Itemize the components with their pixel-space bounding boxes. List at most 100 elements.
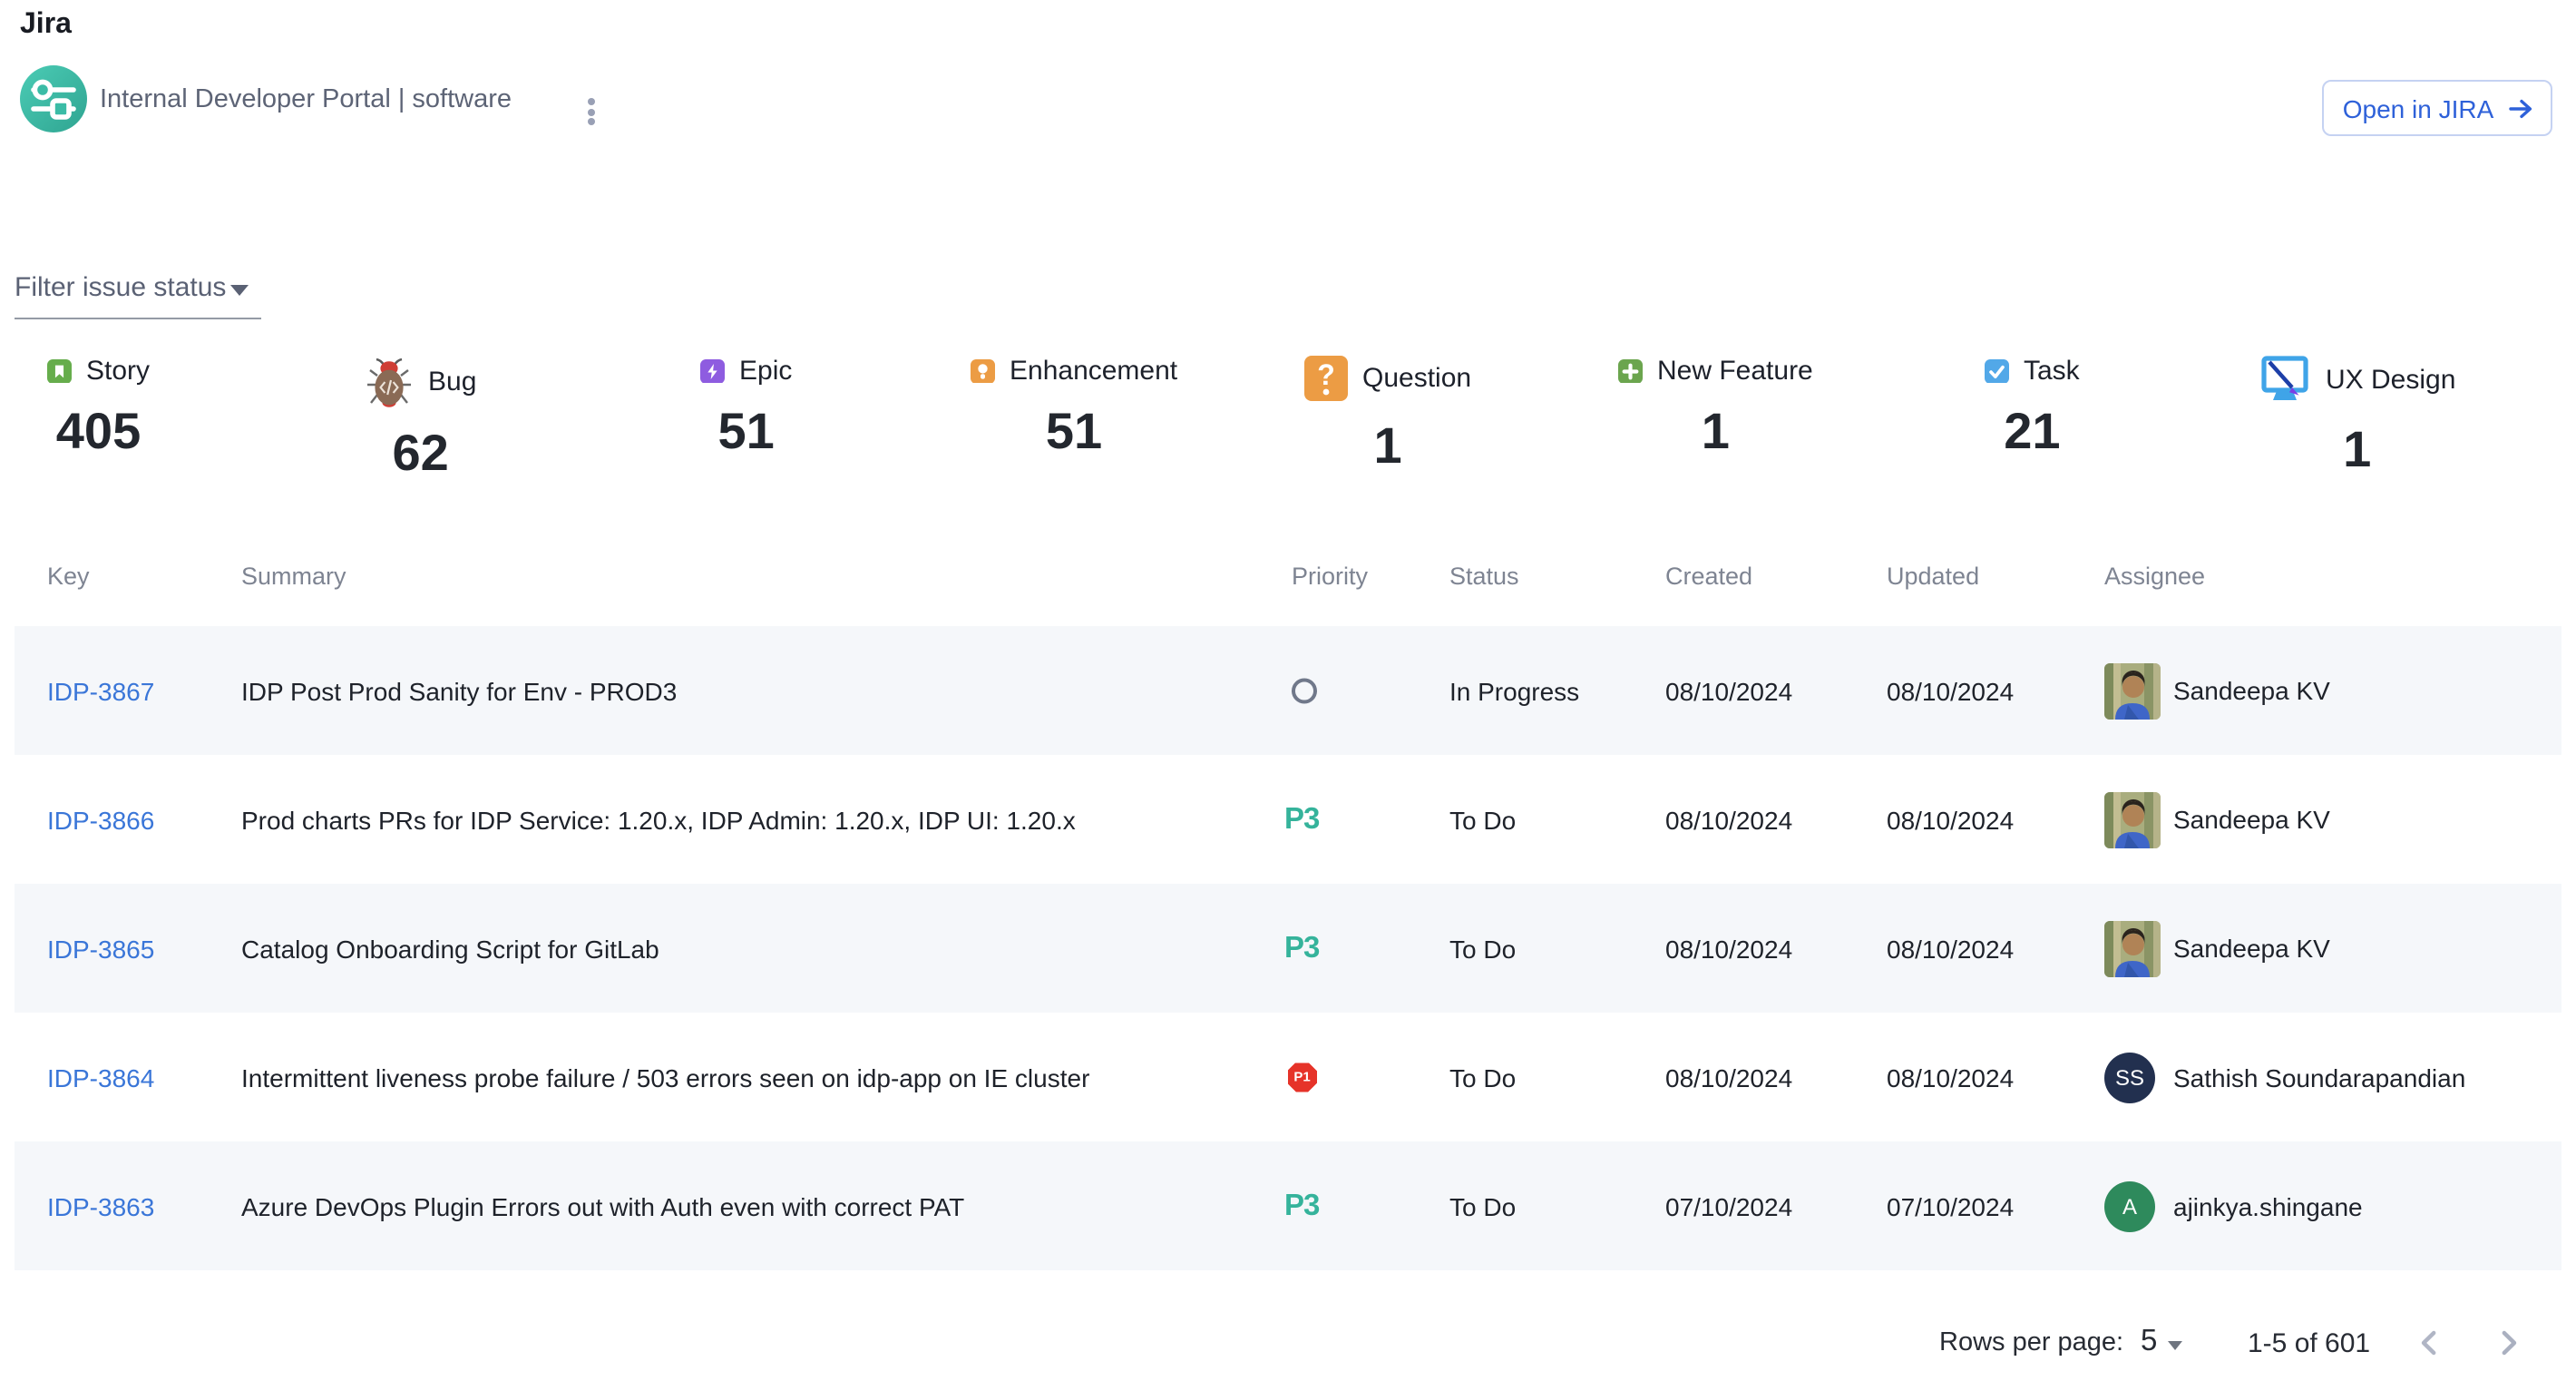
assignee-name: Sathish Soundarapandian xyxy=(2173,1063,2465,1092)
page-title: Jira xyxy=(20,8,72,41)
issue-row-IDP-3865: IDP-3865 Catalog Onboarding Script for Gi… xyxy=(15,884,2561,1013)
issue-created-date: 07/10/2024 xyxy=(1665,1191,1792,1220)
assignee-avatar xyxy=(2104,662,2161,719)
assignee-avatar xyxy=(2104,791,2161,847)
chevron-down-icon xyxy=(2168,1340,2182,1349)
issues-table: Key Summary Priority Status Created Upda… xyxy=(15,546,2561,1270)
issue-created-date: 08/10/2024 xyxy=(1665,676,1792,705)
issue-type-count: 1 xyxy=(1618,403,1813,461)
issue-key-link[interactable]: IDP-3865 xyxy=(47,934,154,963)
issue-count-enhancement: Enhancement 51 xyxy=(971,356,1177,461)
issue-summary: IDP Post Prod Sanity for Env - PROD3 xyxy=(241,676,677,705)
question-icon: ? xyxy=(1304,356,1348,401)
issue-type-count: 1 xyxy=(1304,417,1471,475)
issue-key-link[interactable]: IDP-3863 xyxy=(47,1191,154,1220)
assignee-name: Sandeepa KV xyxy=(2173,805,2330,834)
assignee-avatar xyxy=(2104,920,2161,976)
priority-none-icon xyxy=(1291,678,1317,704)
issue-type-label: Task xyxy=(2024,356,2080,387)
column-header-priority: Priority xyxy=(1292,563,1368,590)
filter-issue-status-select[interactable]: Filter issue status xyxy=(15,272,248,303)
issue-type-count: 51 xyxy=(971,403,1177,461)
assignee-name: ajinkya.shingane xyxy=(2173,1191,2363,1220)
assignee-avatar: A xyxy=(2104,1180,2155,1231)
pagination-range: 1-5 of 601 xyxy=(2248,1328,2370,1359)
issue-type-label: Question xyxy=(1362,363,1471,394)
issue-updated-date: 08/10/2024 xyxy=(1887,1063,2014,1092)
column-header-key: Key xyxy=(47,563,90,590)
issue-row-IDP-3866: IDP-3866 Prod charts PRs for IDP Service:… xyxy=(15,755,2561,884)
issue-status: In Progress xyxy=(1449,676,1579,705)
ux-design-icon xyxy=(2259,356,2311,405)
issue-type-count: 1 xyxy=(2259,421,2455,479)
pagination: Rows per page: 5 1-5 of 601 xyxy=(0,1314,2561,1376)
filter-issue-status-label: Filter issue status xyxy=(15,272,226,303)
issue-count-epic: Epic 51 xyxy=(700,356,792,461)
issue-row-IDP-3867: IDP-3867 IDP Post Prod Sanity for Env - P… xyxy=(15,626,2561,755)
issue-key-link[interactable]: IDP-3864 xyxy=(47,1063,154,1092)
priority-p1-icon: P1 xyxy=(1287,1063,1317,1092)
issue-type-count: 21 xyxy=(1985,403,2080,461)
issue-created-date: 08/10/2024 xyxy=(1665,805,1792,834)
epic-icon xyxy=(700,359,725,384)
issue-count-story: Story 405 xyxy=(47,356,150,461)
issue-created-date: 08/10/2024 xyxy=(1665,1063,1792,1092)
issue-count-question: ? Question 1 xyxy=(1304,356,1471,475)
assignee-name: Sandeepa KV xyxy=(2173,676,2330,705)
previous-page-button[interactable] xyxy=(2411,1325,2447,1361)
issue-type-label: UX Design xyxy=(2326,365,2455,396)
issue-key-link[interactable]: IDP-3866 xyxy=(47,805,154,834)
enhancement-icon xyxy=(971,359,995,384)
rows-per-page-select[interactable]: 5 xyxy=(2141,1325,2182,1359)
svg-text:?: ? xyxy=(1317,358,1335,391)
issue-count-ux-design: UX Design 1 xyxy=(2259,356,2455,479)
issue-summary: Intermittent liveness probe failure / 50… xyxy=(241,1063,1089,1092)
issue-count-bug: Bug62 xyxy=(365,356,476,483)
table-body: IDP-3867 IDP Post Prod Sanity for Env - P… xyxy=(15,626,2561,1270)
issue-row-IDP-3864: IDP-3864 Intermittent liveness probe fail… xyxy=(15,1013,2561,1141)
issue-summary: Prod charts PRs for IDP Service: 1.20.x,… xyxy=(241,805,1076,834)
next-page-button[interactable] xyxy=(2491,1325,2527,1361)
issue-type-count: 51 xyxy=(700,403,792,461)
column-header-assignee: Assignee xyxy=(2104,563,2205,590)
issue-type-label: Bug xyxy=(428,367,476,397)
issue-count-task: Task 21 xyxy=(1985,356,2080,461)
rows-per-page-label: Rows per page: xyxy=(1939,1328,2123,1357)
issue-summary: Catalog Onboarding Script for GitLab xyxy=(241,934,659,963)
issue-status: To Do xyxy=(1449,805,1516,834)
issue-updated-date: 08/10/2024 xyxy=(1887,805,2014,834)
arrow-right-icon xyxy=(2508,97,2532,119)
issue-created-date: 08/10/2024 xyxy=(1665,934,1792,963)
issue-status: To Do xyxy=(1449,1063,1516,1092)
issue-row-IDP-3863: IDP-3863 Azure DevOps Plugin Errors out w… xyxy=(15,1141,2561,1270)
issue-updated-date: 07/10/2024 xyxy=(1887,1191,2014,1220)
issue-key-link[interactable]: IDP-3867 xyxy=(47,676,154,705)
priority-p3-icon: P3 xyxy=(1284,802,1319,837)
issue-type-label: Story xyxy=(86,356,150,387)
issue-updated-date: 08/10/2024 xyxy=(1887,676,2014,705)
assignee-avatar: SS xyxy=(2104,1052,2155,1102)
issue-type-label: Enhancement xyxy=(1010,356,1177,387)
issue-updated-date: 08/10/2024 xyxy=(1887,934,2014,963)
bug-icon xyxy=(365,356,414,408)
rows-per-page-value: 5 xyxy=(2141,1325,2157,1359)
issue-status: To Do xyxy=(1449,1191,1516,1220)
story-icon xyxy=(47,359,72,384)
task-icon xyxy=(1985,359,2009,384)
column-header-created: Created xyxy=(1665,563,1752,590)
issue-type-count: 405 xyxy=(47,403,150,461)
priority-p3-icon: P3 xyxy=(1284,1189,1319,1223)
new-feature-icon xyxy=(1618,359,1643,384)
table-header: Key Summary Priority Status Created Upda… xyxy=(15,546,2561,626)
open-in-jira-label: Open in JIRA xyxy=(2343,93,2494,122)
kebab-menu-icon[interactable] xyxy=(579,98,602,125)
issue-type-label: Epic xyxy=(739,356,792,387)
jira-plugin-card: Jira Internal Developer Portal | softwar… xyxy=(0,0,2576,1381)
column-header-status: Status xyxy=(1449,563,1519,590)
issue-type-label: New Feature xyxy=(1657,356,1813,387)
entity-title: Internal Developer Portal | software xyxy=(100,85,512,114)
filter-underline xyxy=(15,318,261,319)
open-in-jira-button[interactable]: Open in JIRA xyxy=(2322,80,2552,136)
issue-summary: Azure DevOps Plugin Errors out with Auth… xyxy=(241,1191,964,1220)
issue-count-new-feature: New Feature 1 xyxy=(1618,356,1813,461)
